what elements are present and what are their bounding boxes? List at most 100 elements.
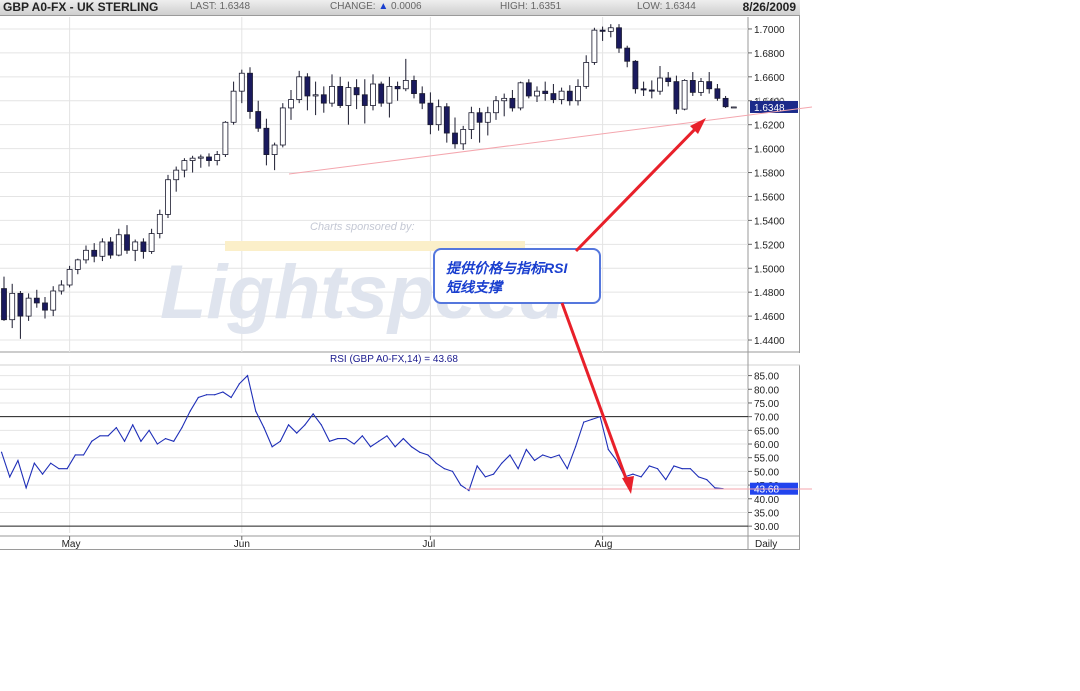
candle-down: [550, 93, 557, 100]
candle-up: [468, 112, 475, 130]
rsi-point: [706, 479, 708, 481]
price-rsi-chart: Charts sponsored by: Lightspeed 1.7000 1.6…: [0, 17, 800, 550]
candle-down: [722, 97, 729, 108]
rsi-point: [156, 443, 158, 445]
rsi-point: [369, 446, 372, 448]
candle-up: [329, 85, 335, 104]
candle-up: [386, 85, 393, 104]
candle-down: [378, 83, 385, 104]
rsi-point: [189, 410, 191, 412]
rsi-point: [714, 487, 716, 489]
candle-down: [320, 94, 327, 104]
candle-down: [419, 93, 426, 104]
candle-down: [525, 82, 532, 97]
rsi-point: [148, 429, 150, 431]
rsi-point: [115, 426, 117, 429]
candle-down: [91, 249, 98, 257]
rsi-point: [17, 459, 19, 462]
candle-up: [460, 129, 467, 145]
candle-up: [132, 241, 139, 251]
rsi-point: [533, 459, 536, 462]
candle-up: [271, 144, 278, 155]
month-label: Jun: [234, 539, 250, 550]
candle-up: [74, 259, 81, 270]
candle-down: [1, 288, 7, 321]
candle-down: [206, 156, 212, 161]
rsi-title: RSI (GBP A0-FX,14) = 43.68: [330, 354, 458, 365]
rsi-point: [238, 383, 240, 385]
candle-up: [575, 85, 581, 102]
rsi-point: [468, 489, 470, 492]
candle-up: [181, 160, 188, 171]
candle-down: [247, 72, 253, 112]
candle-up: [99, 241, 106, 257]
candle-down: [33, 297, 40, 304]
last-price-badge-text: 1.6348: [754, 103, 785, 114]
rsi-point: [378, 440, 380, 442]
rsi-tick-label: 65.00: [754, 426, 779, 437]
candle-up: [312, 94, 319, 97]
candle-up: [279, 107, 286, 146]
rsi-point: [123, 440, 126, 442]
candle-down: [107, 241, 114, 256]
rsi-tick-label: 85.00: [754, 372, 779, 383]
candle-up: [66, 269, 73, 286]
candle-up: [657, 77, 663, 92]
candle-up: [698, 81, 704, 93]
rsi-point: [599, 416, 601, 418]
candle-down: [673, 81, 680, 110]
rsi-point: [681, 468, 683, 470]
rsi-point: [492, 473, 495, 475]
rsi-point: [476, 465, 478, 467]
rsi-point: [697, 476, 700, 478]
rsi-point: [591, 418, 593, 420]
month-label: May: [62, 539, 81, 550]
rsi-point: [583, 421, 585, 423]
rsi-point: [460, 484, 462, 486]
candle-down: [255, 111, 262, 129]
rsi-point: [222, 391, 224, 393]
rsi-point: [361, 435, 363, 437]
candle-up: [288, 99, 294, 109]
rsi-point: [25, 487, 27, 489]
rsi-point: [328, 440, 331, 442]
candle-down: [443, 106, 450, 134]
candle-up: [214, 154, 221, 161]
rsi-point: [566, 468, 568, 470]
candle-up: [501, 97, 508, 102]
candle-down: [337, 85, 344, 106]
period-label: Daily: [755, 539, 777, 550]
candle-down: [509, 97, 516, 109]
candle-up: [165, 179, 171, 215]
rsi-point: [558, 454, 560, 456]
candle-down: [427, 102, 434, 126]
candle-down: [632, 60, 639, 90]
candle-down: [452, 132, 458, 145]
price-tick-label: 1.4600: [754, 312, 785, 323]
rsi-point: [624, 476, 626, 478]
candle-up: [173, 169, 180, 181]
candle-up: [534, 90, 540, 97]
candle-down: [476, 112, 483, 123]
rsi-point: [246, 374, 249, 377]
rsi-point: [402, 437, 404, 440]
month-label: Aug: [595, 539, 613, 550]
rsi-point: [665, 479, 667, 481]
candle-up: [484, 112, 491, 123]
candle-up: [230, 90, 237, 123]
rsi-point: [517, 468, 519, 470]
rsi-point: [443, 468, 445, 470]
rsi-point: [451, 470, 454, 473]
rsi-point: [173, 440, 175, 442]
rsi-point: [640, 476, 642, 478]
rsi-point: [50, 462, 52, 464]
candle-up: [296, 76, 303, 100]
rsi-point: [320, 424, 322, 426]
rsi-point: [673, 465, 675, 467]
rsi-tick-label: 35.00: [754, 508, 779, 519]
rsi-point: [107, 435, 109, 437]
rsi-point: [91, 440, 93, 442]
rsi-point: [287, 424, 290, 426]
rsi-point: [509, 454, 511, 456]
rsi-point: [271, 446, 273, 448]
